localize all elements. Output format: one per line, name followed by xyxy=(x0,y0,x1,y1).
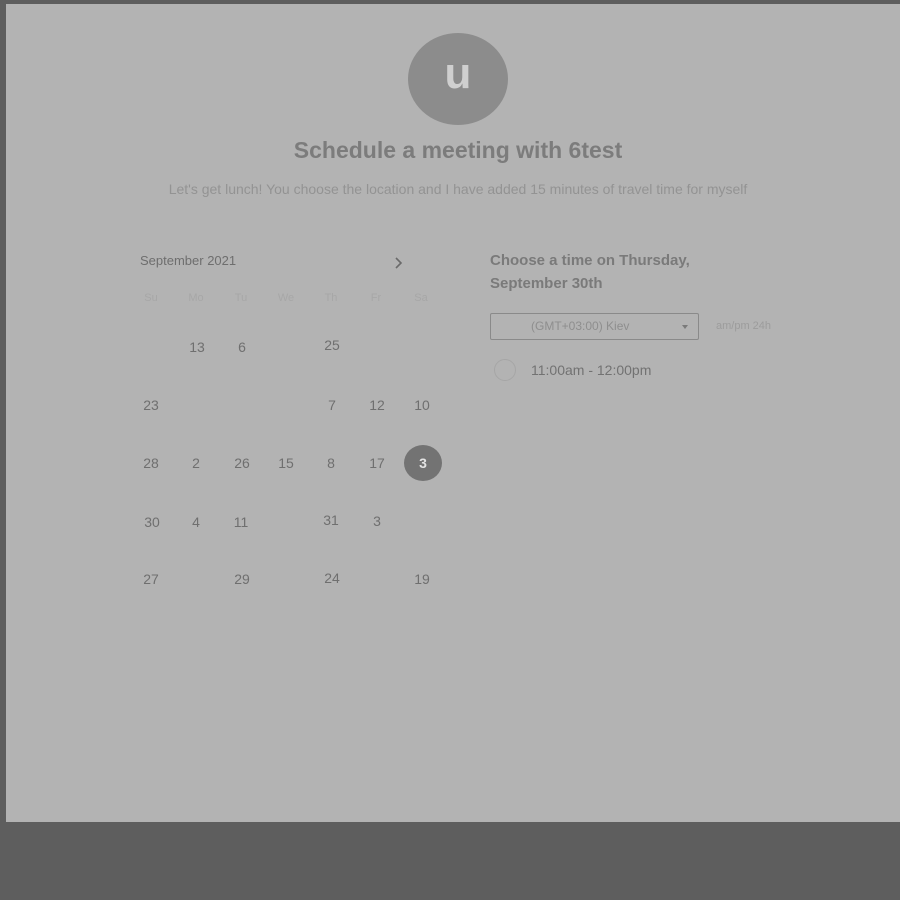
timezone-select[interactable]: (GMT+03:00) Kiev xyxy=(490,313,699,340)
calendar-day[interactable]: 17 xyxy=(359,453,395,473)
time-slot-label: 11:00am - 12:00pm xyxy=(531,362,652,378)
weekday-header-row: Su Mo Tu We Th Fr Sa xyxy=(134,292,449,310)
calendar-day[interactable]: 31 xyxy=(313,510,349,530)
calendar-day[interactable]: 2 xyxy=(178,453,214,473)
next-month-button[interactable] xyxy=(388,253,408,273)
weekday-header: We xyxy=(277,292,295,304)
timezone-value: (GMT+03:00) Kiev xyxy=(531,319,630,333)
calendar-day[interactable]: 28 xyxy=(133,453,169,473)
avatar-initial: u xyxy=(444,49,472,98)
caret-down-icon xyxy=(682,325,688,329)
calendar-day[interactable]: 30 xyxy=(134,512,170,532)
calendar-day-selected[interactable]: 3 xyxy=(404,445,442,481)
calendar-day[interactable]: 19 xyxy=(404,569,440,589)
weekday-header: Fr xyxy=(370,292,382,304)
weekday-header: Tu xyxy=(234,292,248,304)
weekday-header: Mo xyxy=(188,292,204,304)
calendar-day[interactable]: 27 xyxy=(133,569,169,589)
time-picker-heading: Choose a time on Thursday, September 30t… xyxy=(490,252,690,292)
calendar-day[interactable]: 24 xyxy=(314,568,350,588)
calendar-day[interactable]: 26 xyxy=(224,453,260,473)
calendar-day[interactable]: 8 xyxy=(313,453,349,473)
calendar-day[interactable]: 10 xyxy=(404,395,440,415)
radio-button[interactable] xyxy=(494,359,516,381)
avatar: u xyxy=(408,33,508,125)
chevron-right-icon xyxy=(395,257,403,269)
calendar-day[interactable]: 4 xyxy=(178,512,214,532)
weekday-header: Th xyxy=(324,292,338,304)
calendar-day[interactable]: 12 xyxy=(359,395,395,415)
weekday-header: Su xyxy=(144,292,158,304)
calendar-day[interactable]: 13 xyxy=(179,337,215,357)
meeting-description: Let's get lunch! You choose the location… xyxy=(168,181,748,197)
page-title: Schedule a meeting with 6test xyxy=(293,137,623,163)
calendar-day[interactable]: 23 xyxy=(133,395,169,415)
time-format-toggle[interactable]: am/pm 24h xyxy=(716,320,771,332)
weekday-header: Sa xyxy=(414,292,428,304)
calendar-day[interactable]: 3 xyxy=(359,511,395,531)
calendar-day[interactable]: 7 xyxy=(314,395,350,415)
scheduler-panel: u Schedule a meeting with 6test Let's ge… xyxy=(6,4,900,822)
calendar-month-label: September 2021 xyxy=(140,253,237,268)
calendar-day[interactable]: 11 xyxy=(223,512,259,532)
calendar-day[interactable]: 15 xyxy=(268,453,304,473)
calendar-day[interactable]: 6 xyxy=(224,337,260,357)
calendar-day[interactable]: 25 xyxy=(314,335,350,355)
calendar-day[interactable]: 29 xyxy=(224,569,260,589)
